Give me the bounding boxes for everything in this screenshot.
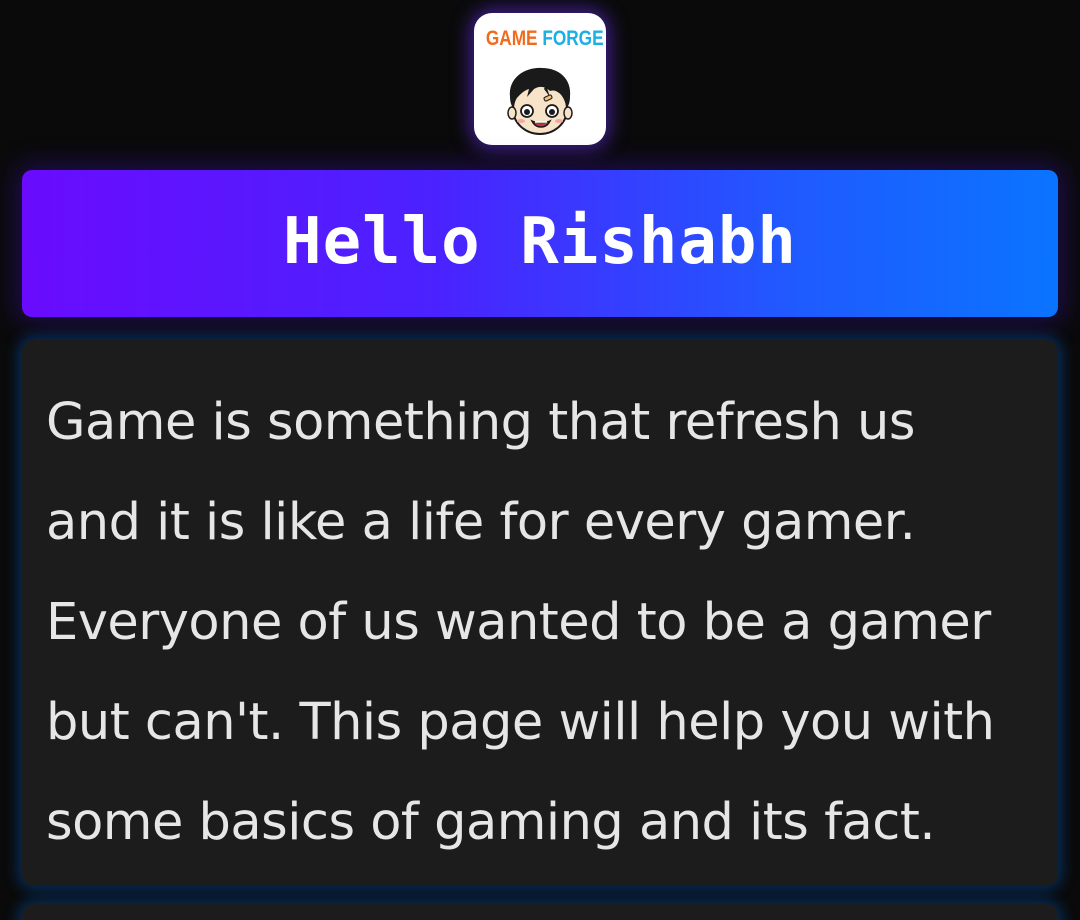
intro-line: and it is like a life for every gamer. xyxy=(46,493,916,552)
logo-wordmark: GAME FORGE xyxy=(485,27,604,51)
page: GAME FORGE Hello Rishabh Game is somethi… xyxy=(0,0,1080,920)
logo-word-game: GAME xyxy=(485,27,538,50)
cartoon-boy-face-icon xyxy=(507,67,573,135)
intro-card: Game is something that refresh us and it… xyxy=(22,340,1058,886)
greeting-banner: Hello Rishabh xyxy=(22,170,1058,317)
intro-line: Game is something that refresh us xyxy=(46,393,915,452)
intro-paragraph: Game is something that refresh us and it… xyxy=(46,373,1046,873)
intro-line: some basics of gaming and its fact. xyxy=(46,793,936,852)
intro-line: Everyone of us wanted to be a gamer xyxy=(46,593,991,652)
intro-line: but can't. This page will help you with xyxy=(46,693,995,752)
logo-word-forge: FORGE xyxy=(542,27,604,50)
next-card xyxy=(22,904,1058,920)
game-forge-logo: GAME FORGE xyxy=(474,13,606,145)
greeting-title: Hello Rishabh xyxy=(283,204,797,279)
